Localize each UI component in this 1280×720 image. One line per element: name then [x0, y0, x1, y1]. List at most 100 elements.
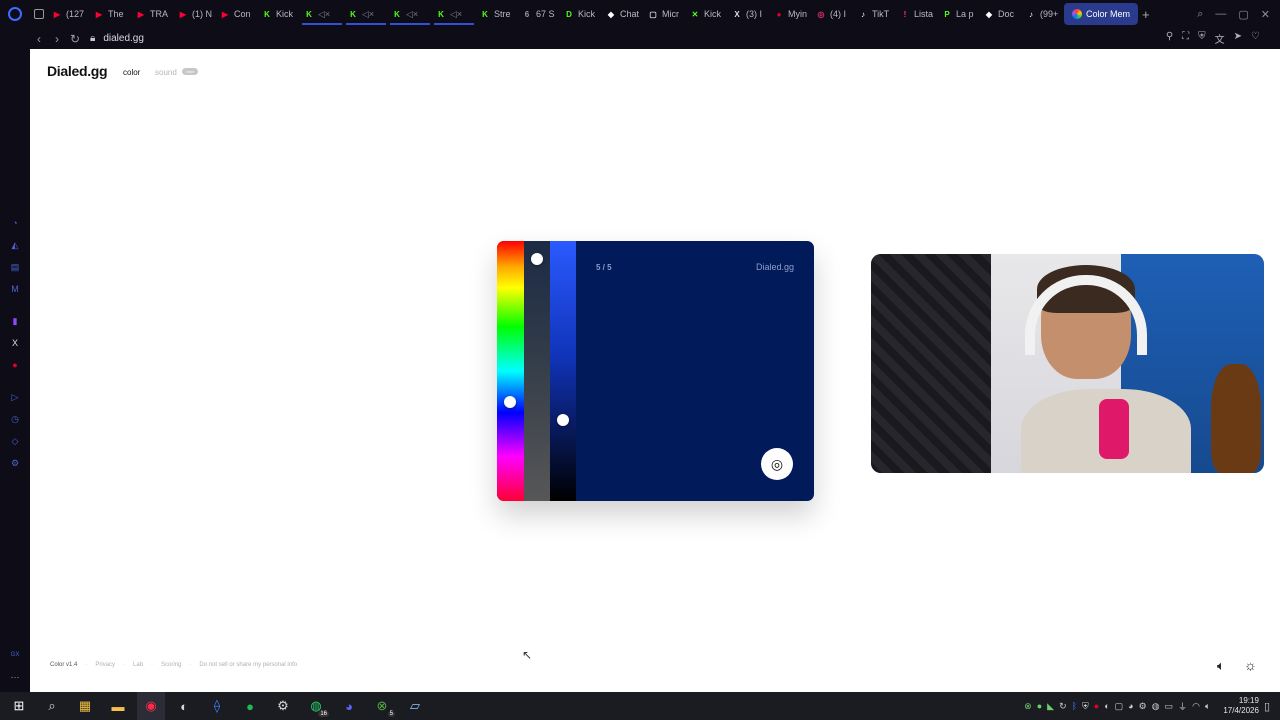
- opera-gx-icon[interactable]: ◉: [137, 692, 165, 720]
- browser-tab[interactable]: ▶ Con: [216, 3, 258, 25]
- app-red-tray-icon[interactable]: ●: [1094, 701, 1099, 711]
- notifications-icon[interactable]: ▯: [1264, 700, 1270, 713]
- sync-tray-icon[interactable]: ↻: [1059, 701, 1067, 712]
- nvidia-tray-icon[interactable]: ◣: [1047, 701, 1054, 712]
- close-icon[interactable]: ✕: [1261, 8, 1270, 21]
- theme-toggle-sun-icon[interactable]: ☼: [1244, 657, 1257, 673]
- browser-tab[interactable]: ♪ TikT: [854, 3, 896, 25]
- nav-color[interactable]: color: [123, 68, 140, 77]
- back-icon[interactable]: ‹: [30, 32, 48, 46]
- browser-tab[interactable]: 6 67 S: [518, 3, 560, 25]
- browser-tab[interactable]: ◆ Doc: [980, 3, 1022, 25]
- steelseries-tray-icon[interactable]: ◐: [1104, 701, 1109, 711]
- feedback-icon[interactable]: ◇: [9, 435, 21, 447]
- site-brand[interactable]: Dialed.gg: [47, 63, 108, 79]
- player-icon[interactable]: ◭: [9, 239, 21, 251]
- x-icon[interactable]: X: [9, 337, 21, 349]
- start-button-icon[interactable]: ⊞: [5, 692, 33, 720]
- history-icon[interactable]: ◷: [9, 413, 21, 425]
- pin-icon[interactable]: ⚲: [1166, 31, 1173, 46]
- tab-muted-icon[interactable]: ◁×: [362, 9, 374, 20]
- tab-muted-icon[interactable]: ◁×: [318, 9, 330, 20]
- browser-tab[interactable]: P La p: [938, 3, 980, 25]
- footer-link-lab[interactable]: Lab: [133, 662, 143, 668]
- minimize-icon[interactable]: —: [1215, 8, 1226, 21]
- saturation-slider[interactable]: [524, 241, 550, 501]
- footer-link-do-not-sell[interactable]: Do not sell or share my personal info: [199, 662, 297, 668]
- tab-active[interactable]: Color Mem: [1064, 3, 1139, 25]
- tab-muted-icon[interactable]: ◁×: [406, 9, 418, 20]
- browser-tab[interactable]: K ◁×: [300, 3, 344, 25]
- browser-tab[interactable]: ◆ Chat: [602, 3, 644, 25]
- tab-muted-icon[interactable]: ◁×: [450, 9, 462, 20]
- whatsapp-tray-icon[interactable]: ◍: [1152, 701, 1160, 712]
- workspaces-icon[interactable]: [30, 3, 48, 25]
- url-field[interactable]: dialed.gg: [103, 33, 144, 44]
- browser-tab[interactable]: K ◁×: [388, 3, 432, 25]
- nav-sound[interactable]: sound: [155, 68, 177, 77]
- spotify-tray-icon[interactable]: ●: [1037, 701, 1042, 711]
- settings-gear-icon[interactable]: ⚙: [9, 457, 21, 469]
- steam-tray-icon[interactable]: ⚙: [1139, 701, 1147, 712]
- browser-tab[interactable]: K Stre: [476, 3, 518, 25]
- reload-icon[interactable]: ↻: [66, 32, 84, 46]
- footer-link-scoring[interactable]: Scoring: [161, 662, 181, 668]
- send-icon[interactable]: ➤: [1234, 31, 1242, 46]
- browser-tab[interactable]: ◎ (4) I: [812, 3, 854, 25]
- app-icon[interactable]: ●: [9, 359, 21, 371]
- store-icon[interactable]: ▦: [71, 692, 99, 720]
- forward-icon[interactable]: ›: [48, 32, 66, 46]
- discord-icon[interactable]: ◕: [335, 692, 363, 720]
- xbox-icon[interactable]: ⊗ 5: [368, 692, 396, 720]
- search-icon[interactable]: ⌕: [38, 692, 66, 720]
- volume-icon[interactable]: 🔈︎: [1217, 658, 1225, 674]
- discord-tray-icon[interactable]: ◕: [1128, 701, 1133, 711]
- browser-tab[interactable]: ▶ The: [90, 3, 132, 25]
- browser-tab[interactable]: ▶ TRA: [132, 3, 174, 25]
- notepad-icon[interactable]: ▱: [401, 692, 429, 720]
- translate-icon[interactable]: 文: [1215, 31, 1225, 46]
- browser-tab[interactable]: ♪ (99+: [1022, 3, 1064, 25]
- player-play-icon[interactable]: ▷: [9, 391, 21, 403]
- browser-tab[interactable]: ▶ (1) N: [174, 3, 216, 25]
- more-icon[interactable]: ···: [9, 671, 21, 683]
- browser-tab[interactable]: X (3) I: [728, 3, 770, 25]
- twitch-icon[interactable]: ▮: [9, 315, 21, 327]
- volume-tray-icon[interactable]: 🔈︎: [1205, 701, 1210, 712]
- app-blue-icon[interactable]: ⟠: [203, 692, 231, 720]
- gx-icon[interactable]: GX: [9, 649, 21, 661]
- crypto-wallet-icon[interactable]: ▤: [9, 261, 21, 273]
- lightness-slider[interactable]: [550, 241, 576, 501]
- browser-tab[interactable]: ✕ Kick: [686, 3, 728, 25]
- display-tray-icon[interactable]: ▢: [1115, 701, 1124, 712]
- messenger-icon[interactable]: M: [9, 283, 21, 295]
- xbox-tray-icon[interactable]: ⊗: [1024, 701, 1032, 712]
- footer-link-privacy[interactable]: Privacy: [95, 662, 115, 668]
- search-tabs-icon[interactable]: ⌕: [1197, 8, 1203, 21]
- heart-icon[interactable]: ♡: [1251, 31, 1260, 46]
- snapshot-icon[interactable]: ⛶: [1182, 31, 1189, 46]
- browser-tab[interactable]: ! Lista: [896, 3, 938, 25]
- aria-icon[interactable]: ◔: [9, 217, 21, 229]
- whatsapp-icon[interactable]: ◍ 16: [302, 692, 330, 720]
- browser-tab[interactable]: K ◁×: [432, 3, 476, 25]
- steelseries-icon[interactable]: ◐: [170, 692, 198, 720]
- maximize-icon[interactable]: ▢: [1238, 8, 1248, 21]
- spotify-icon[interactable]: ●: [236, 692, 264, 720]
- browser-tab[interactable]: ▢ Micr: [644, 3, 686, 25]
- browser-tab[interactable]: ● Myin: [770, 3, 812, 25]
- clock[interactable]: 19:19 17/4/2026: [1223, 696, 1259, 716]
- browser-tab[interactable]: K ◁×: [344, 3, 388, 25]
- bluetooth-tray-icon[interactable]: ᛒ: [1072, 701, 1077, 711]
- new-tab-button[interactable]: +: [1138, 3, 1154, 25]
- browser-tab[interactable]: D Kick: [560, 3, 602, 25]
- file-explorer-icon[interactable]: ▬: [104, 692, 132, 720]
- opera-logo-icon[interactable]: [0, 0, 30, 28]
- browser-tab[interactable]: K Kick: [258, 3, 300, 25]
- browser-tab[interactable]: ▶ (127: [48, 3, 90, 25]
- wifi-tray-icon[interactable]: ◠: [1192, 701, 1200, 712]
- shield-tray-icon[interactable]: ⛨: [1082, 701, 1089, 712]
- app-tray-icon[interactable]: ▭: [1165, 701, 1174, 712]
- hue-slider[interactable]: [497, 241, 524, 501]
- usb-tray-icon[interactable]: ⏚: [1178, 700, 1187, 713]
